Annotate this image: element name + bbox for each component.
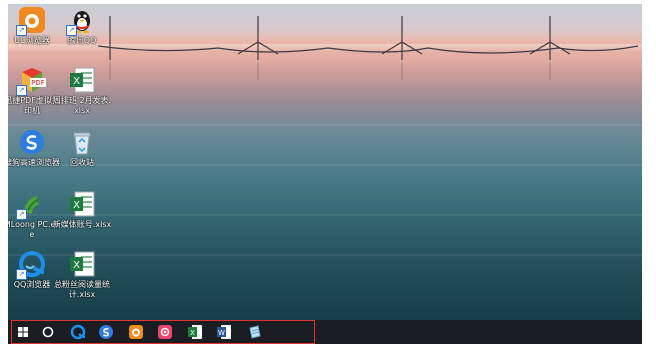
desktop-icon-recycle-bin[interactable]: 回收站: [52, 128, 112, 168]
shortcut-arrow-icon: ↗: [16, 269, 27, 280]
desktop-icon-excel-fans-stats[interactable]: X 总粉丝阅读量统计.xlsx: [52, 250, 112, 300]
qq-penguin-icon: ↗: [66, 6, 96, 36]
excel-file-icon: X: [68, 190, 96, 218]
excel-file-icon: X: [68, 250, 96, 278]
shortcut-arrow-icon: ↗: [16, 209, 27, 220]
uc-browser-icon: ↗: [16, 6, 46, 36]
mloong-icon: ↗: [16, 190, 46, 220]
water-ripple: [8, 124, 642, 126]
svg-text:PDF: PDF: [31, 79, 45, 87]
qq-browser-icon: ↗: [16, 250, 46, 280]
pier-posts: [98, 16, 638, 80]
desktop-icon-excel-schedule[interactable]: X 周排班 2月发表.xlsx: [52, 66, 112, 116]
icon-label: 新媒体账号.xlsx: [52, 220, 112, 229]
desktop-icon-excel-media-accounts[interactable]: X 新媒体账号.xlsx: [52, 190, 112, 230]
icon-label: 腾讯QQ: [67, 36, 97, 45]
pdf-printer-icon: PDF ↗: [16, 66, 46, 96]
shortcut-arrow-icon: ↗: [66, 25, 77, 36]
icon-label: 周排班 2月发表.xlsx: [52, 96, 112, 115]
icon-label: 回收站: [70, 158, 94, 167]
taskbar-highlight-box: [11, 320, 315, 344]
svg-text:X: X: [73, 76, 80, 87]
svg-text:X: X: [73, 200, 80, 211]
shortcut-arrow-icon: ↗: [16, 85, 27, 96]
sogou-browser-icon: [18, 128, 46, 156]
shortcut-arrow-icon: ↗: [16, 25, 27, 36]
recycle-bin-icon: [68, 128, 96, 156]
desktop-icon-qq[interactable]: ↗ 腾讯QQ: [52, 6, 112, 46]
svg-text:X: X: [73, 260, 80, 271]
icon-label: 总粉丝阅读量统计.xlsx: [54, 280, 110, 299]
desktop-wallpaper: ↗ UC浏览器 PDF ↗ 迅捷PDF虚拟打印机 搜狗高速浏览器 ↗ MLoon…: [8, 4, 642, 320]
excel-file-icon: X: [68, 66, 96, 94]
